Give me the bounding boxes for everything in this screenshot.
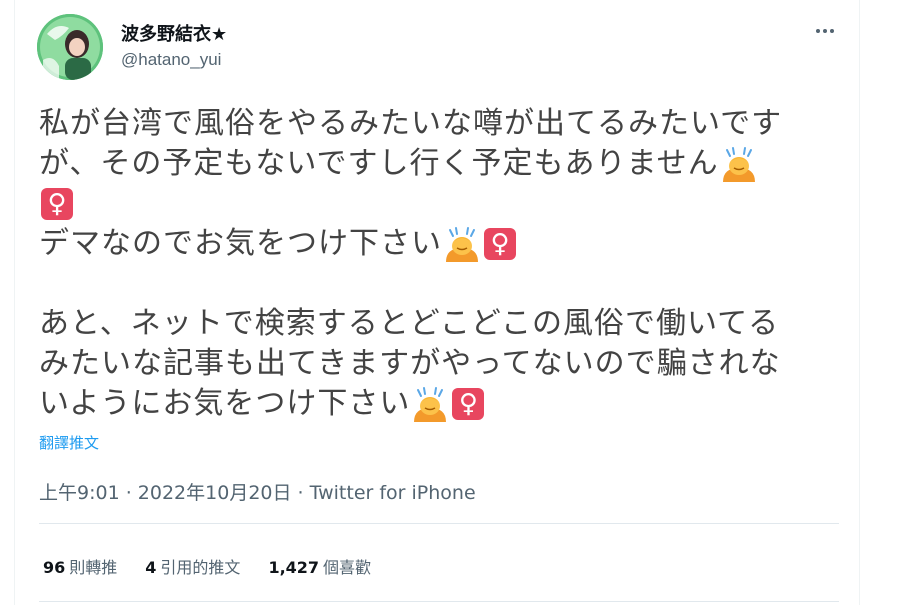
tweet-line-text: 私が台湾で風俗をやるみたいな噂が出てるみたいです [39,106,783,141]
tweet-line: デマなのでお気をつけ下さい ♀ [39,224,839,264]
tweet-line-text: いようにお気をつけ下さい [39,386,411,421]
tweet-line: 私が台湾で風俗をやるみたいな噂が出てるみたいです [39,104,839,144]
retweets-label: 則轉推 [69,558,118,577]
more-dot [823,29,827,33]
person-bowing-emoji [719,144,759,184]
female-sign-emoji: ♀ [484,228,516,260]
more-dot [830,29,834,33]
tweet-meta: 上午9:01 · 2022年10月20日 · Twitter for iPhon… [39,478,476,505]
more-icon[interactable] [805,18,845,44]
avatar-image [37,14,103,80]
person-bowing-emoji [410,384,450,424]
person-bowing-emoji [442,224,482,264]
female-sign-emoji: ♀ [41,188,73,220]
quotes-label: 引用的推文 [160,558,241,577]
tweet-source[interactable]: Twitter for iPhone [310,482,476,504]
tweet-line: が、その予定もないですし行く予定もありません [39,144,839,184]
quotes-stat[interactable]: 4 引用的推文 [145,554,240,578]
meta-separator: · [119,482,138,504]
tweet-card: 波多野結衣★ @hatano_yui 私が台湾で風俗をやるみたいな噂が出てるみた… [14,0,860,605]
tweet-line-text: デマなのでお気をつけ下さい [39,226,442,261]
tweet-line-text: みたいな記事も出てきますがやってないので騙されな [39,346,781,381]
tweet-text: 私が台湾で風俗をやるみたいな噂が出てるみたいです が、その予定もないですし行く予… [39,104,839,424]
tweet-line: いようにお気をつけ下さい ♀ [39,384,839,424]
tweet-line-text: が、その予定もないですし行く予定もありません [39,146,719,181]
divider [39,523,839,524]
likes-label: 個喜歡 [323,558,372,577]
display-name[interactable]: 波多野結衣★ [121,20,227,46]
tweet-stats: 96 則轉推 4 引用的推文 1,427 個喜歡 [43,554,371,578]
user-handle[interactable]: @hatano_yui [121,50,221,70]
tweet-line-text: あと、ネットで検索するとどこどこの風俗で働いてる [39,306,780,341]
translate-tweet-link[interactable]: 翻譯推文 [39,432,99,453]
likes-count: 1,427 [268,558,320,577]
tweet-date[interactable]: 2022年10月20日 [138,482,292,504]
likes-stat[interactable]: 1,427 個喜歡 [268,554,371,578]
female-sign-emoji: ♀ [452,388,485,420]
more-dot [816,29,820,33]
tweet-line: みたいな記事も出てきますがやってないので騙されな [39,344,839,384]
tweet-line: あと、ネットで検索するとどこどこの風俗で働いてる [39,304,839,344]
tweet-line: ♀ [39,184,839,224]
retweets-stat[interactable]: 96 則轉推 [43,554,117,578]
meta-separator: · [291,482,310,504]
avatar[interactable] [37,14,103,80]
quotes-count: 4 [145,558,157,577]
divider [39,601,839,602]
tweet-time[interactable]: 上午9:01 [39,482,120,504]
retweets-count: 96 [43,558,66,577]
